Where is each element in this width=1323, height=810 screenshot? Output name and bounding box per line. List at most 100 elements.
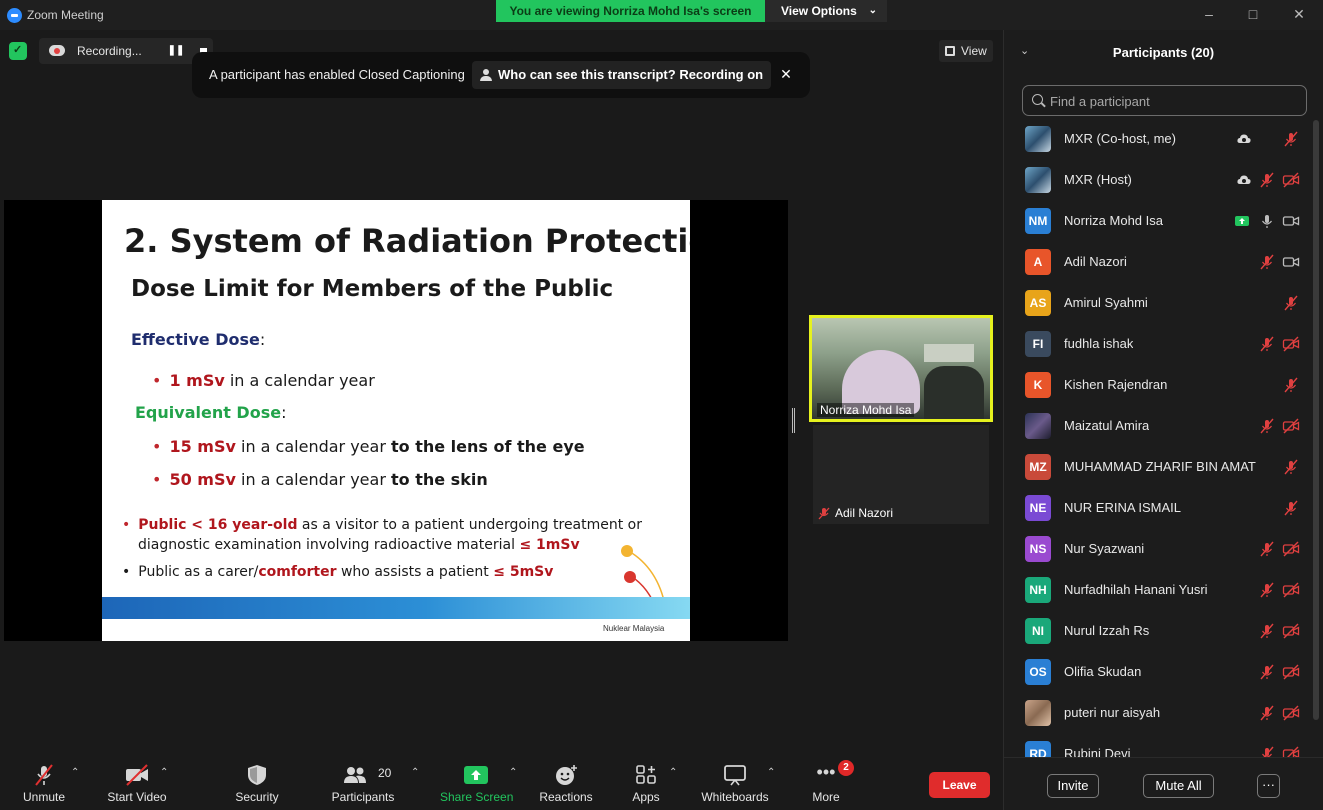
video-off-icon[interactable]	[1282, 541, 1300, 557]
video-off-icon[interactable]	[1282, 705, 1300, 721]
apps-button[interactable]: Apps	[624, 755, 668, 810]
muted-mic-icon[interactable]	[1259, 746, 1275, 757]
participant-row[interactable]: RD Rubini Devi	[1004, 734, 1310, 757]
participants-panel: ⌄ Participants (20) MXR (Co-host, me)MXR…	[1003, 30, 1323, 810]
participant-row[interactable]: NE NUR ERINA ISMAIL	[1004, 488, 1310, 529]
muted-mic-icon[interactable]	[1259, 705, 1275, 721]
more-options-button[interactable]: ···	[1257, 774, 1280, 798]
pause-recording-icon[interactable]: ❚❚	[167, 42, 185, 60]
video-icon[interactable]	[1282, 254, 1300, 270]
participant-row[interactable]: K Kishen Rajendran	[1004, 365, 1310, 406]
muted-mic-icon[interactable]	[1283, 295, 1299, 311]
more-button[interactable]: ••• 2 More	[804, 755, 854, 810]
unmute-label: Unmute	[22, 790, 66, 804]
public-item-1: • Public < 16 year-old as a visitor to a …	[122, 517, 642, 533]
mute-all-button[interactable]: Mute All	[1143, 774, 1214, 798]
chevron-up-icon[interactable]: ⌃	[71, 767, 79, 778]
start-video-button[interactable]: Start Video	[102, 755, 172, 810]
participant-row[interactable]: FI fudhla ishak	[1004, 324, 1310, 365]
participant-row[interactable]: NS Nur Syazwani	[1004, 529, 1310, 570]
share-screen-button[interactable]: Share Screen	[440, 755, 513, 810]
unmute-button[interactable]: Unmute	[14, 755, 74, 810]
participant-row[interactable]: OS Olifia Skudan	[1004, 652, 1310, 693]
video-off-icon[interactable]	[1282, 172, 1300, 188]
video-off-icon[interactable]	[1282, 418, 1300, 434]
apps-icon	[636, 765, 656, 784]
muted-mic-icon[interactable]	[1283, 459, 1299, 475]
tile-name: Norriza Mohd Isa	[817, 403, 915, 417]
invite-button[interactable]: Invite	[1047, 774, 1099, 798]
participant-scrollbar[interactable]	[1313, 120, 1319, 748]
muted-mic-icon[interactable]	[1259, 254, 1275, 270]
video-off-icon[interactable]	[1282, 623, 1300, 639]
muted-mic-icon[interactable]	[1259, 582, 1275, 598]
participant-row[interactable]: MZ MUHAMMAD ZHARIF BIN AMAT K...	[1004, 447, 1310, 488]
transcript-info-link[interactable]: Who can see this transcript? Recording o…	[472, 61, 772, 89]
muted-mic-icon[interactable]	[1259, 623, 1275, 639]
video-icon[interactable]	[1282, 213, 1300, 229]
participant-name: Kishen Rajendran	[1064, 377, 1168, 392]
participant-row[interactable]: NI Nurul Izzah Rs	[1004, 611, 1310, 652]
security-button[interactable]: Security	[227, 755, 287, 810]
muted-mic-icon[interactable]	[1259, 172, 1275, 188]
participant-row[interactable]: Maizatul Amira	[1004, 406, 1310, 447]
view-options-label: View Options	[781, 4, 857, 18]
participant-row[interactable]: A Adil Nazori	[1004, 242, 1310, 283]
leave-button[interactable]: Leave	[929, 772, 990, 798]
video-off-icon[interactable]	[1282, 582, 1300, 598]
view-button[interactable]: View	[939, 40, 993, 62]
search-input[interactable]	[1050, 91, 1300, 111]
security-shield-icon[interactable]	[9, 42, 27, 60]
start-video-label: Start Video	[107, 790, 167, 804]
participant-row[interactable]: AS Amirul Syahmi	[1004, 283, 1310, 324]
muted-mic-icon[interactable]	[1259, 541, 1275, 557]
avatar: NH	[1025, 577, 1051, 603]
close-window-icon[interactable]: ✕	[1289, 4, 1309, 24]
participant-row[interactable]: NH Nurfadhilah Hanani Yusri	[1004, 570, 1310, 611]
participant-row[interactable]: MXR (Host)	[1004, 160, 1310, 201]
chevron-up-icon[interactable]: ⌃	[160, 767, 168, 778]
participant-row[interactable]: puteri nur aisyah	[1004, 693, 1310, 734]
reactions-button[interactable]: Reactions	[537, 755, 595, 810]
mic-icon[interactable]	[1259, 213, 1275, 229]
scroll-thumb[interactable]	[1313, 120, 1319, 720]
close-icon[interactable]: ✕	[778, 66, 794, 82]
muted-mic-icon[interactable]	[1283, 500, 1299, 516]
muted-mic-icon[interactable]	[1283, 377, 1299, 393]
chevron-up-icon[interactable]: ⌃	[509, 767, 517, 778]
participant-row[interactable]: MXR (Co-host, me)	[1004, 119, 1310, 160]
maximize-icon[interactable]: □	[1243, 4, 1263, 24]
video-off-icon[interactable]	[1282, 664, 1300, 680]
person-icon	[480, 69, 492, 81]
effective-dose-item: • 1 mSv in a calendar year	[152, 371, 375, 390]
minimize-icon[interactable]: –	[1199, 4, 1219, 24]
resize-handle[interactable]	[792, 408, 795, 433]
presentation-slide: 2. System of Radiation Protection Dose L…	[102, 200, 690, 641]
muted-mic-icon[interactable]	[1259, 664, 1275, 680]
muted-mic-icon[interactable]	[1259, 418, 1275, 434]
cloud-recording-icon	[49, 45, 65, 56]
muted-mic-icon[interactable]	[1259, 336, 1275, 352]
video-off-icon[interactable]	[1282, 746, 1300, 757]
participant-row[interactable]: NM Norriza Mohd Isa	[1004, 201, 1310, 242]
equivalent-dose-heading: Equivalent Dose:	[135, 403, 286, 422]
public-item-2: • Public as a carer/comforter who assists…	[122, 564, 553, 580]
chevron-up-icon[interactable]: ⌃	[767, 767, 775, 778]
panel-footer: Invite Mute All ···	[1004, 757, 1323, 810]
chevron-up-icon[interactable]: ⌃	[669, 767, 677, 778]
whiteboards-button[interactable]: Whiteboards	[698, 755, 772, 810]
video-tile-norriza[interactable]: Norriza Mohd Isa	[809, 315, 993, 422]
participant-search[interactable]	[1022, 85, 1307, 116]
video-tile-adil[interactable]: Adil Nazori	[813, 425, 989, 524]
meeting-toolbar: Unmute ⌃ Start Video ⌃ Security 20 Parti…	[0, 755, 1002, 810]
muted-mic-icon	[818, 507, 830, 520]
chevron-up-icon[interactable]: ⌃	[411, 767, 419, 778]
view-options-button[interactable]: View Options ⌄	[765, 0, 887, 22]
muted-mic-icon	[35, 764, 53, 786]
dose-target: to the skin	[391, 470, 488, 489]
participants-button[interactable]: 20 Participants	[330, 755, 396, 810]
muted-mic-icon[interactable]	[1283, 131, 1299, 147]
cloud-recording-icon	[1236, 131, 1252, 147]
video-off-icon[interactable]	[1282, 336, 1300, 352]
participant-name: puteri nur aisyah	[1064, 705, 1161, 720]
